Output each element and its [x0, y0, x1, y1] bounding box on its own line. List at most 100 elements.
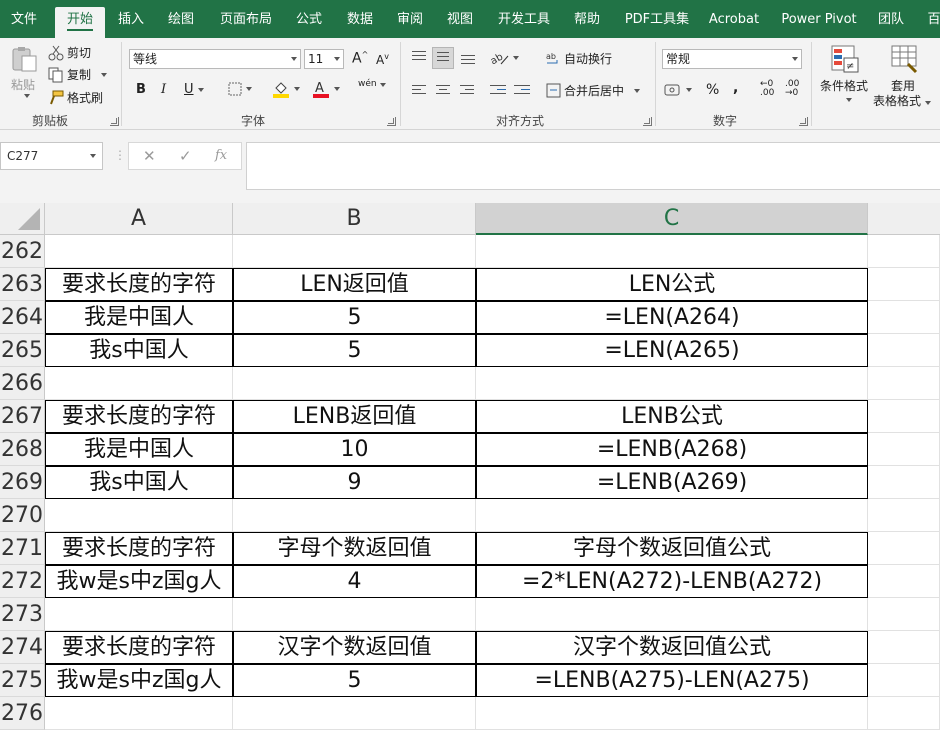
cell-b[interactable]: LENB返回值	[233, 400, 476, 433]
row-header[interactable]: 266	[0, 367, 45, 400]
cut-button[interactable]: 剪切	[48, 44, 91, 61]
select-all-corner[interactable]	[0, 203, 45, 235]
align-left-icon[interactable]	[412, 85, 426, 97]
cell-a[interactable]	[45, 598, 233, 631]
cell-c[interactable]: =LEN(A265)	[476, 334, 868, 367]
row-header[interactable]: 274	[0, 631, 45, 664]
cell-a[interactable]: 要求长度的字符	[45, 400, 233, 433]
decrease-decimal-button[interactable]: .00 →0	[785, 80, 799, 98]
tab-home[interactable]: 开始	[55, 7, 105, 38]
cell-c[interactable]: 字母个数返回值公式	[476, 532, 868, 565]
clipboard-launcher-icon[interactable]	[110, 117, 119, 126]
conditional-formatting-dropdown-icon[interactable]	[846, 98, 852, 102]
cell-b[interactable]	[233, 499, 476, 532]
align-right-icon[interactable]	[460, 85, 474, 97]
cell-a[interactable]	[45, 367, 233, 400]
tab-view[interactable]: 视图	[441, 7, 479, 38]
name-box[interactable]: C277	[0, 142, 103, 170]
accounting-format-button[interactable]	[664, 82, 692, 98]
cell-b[interactable]	[233, 697, 476, 730]
row-header[interactable]: 270	[0, 499, 45, 532]
cell-b[interactable]: 字母个数返回值	[233, 532, 476, 565]
cell-a[interactable]: 我w是s中z国g人	[45, 565, 233, 598]
cell-a[interactable]	[45, 697, 233, 730]
italic-button[interactable]: I	[161, 82, 166, 97]
row-header[interactable]: 267	[0, 400, 45, 433]
column-header-c[interactable]: C	[476, 203, 868, 235]
format-as-table-button[interactable]	[890, 44, 920, 74]
cell-b[interactable]: 汉字个数返回值	[233, 631, 476, 664]
cell-c[interactable]: LENB公式	[476, 400, 868, 433]
cell-c[interactable]: =2*LEN(A272)-LENB(A272)	[476, 565, 868, 598]
cell-a[interactable]: 我s中国人	[45, 466, 233, 499]
column-header-b[interactable]: B	[233, 203, 476, 235]
tab-formulas[interactable]: 公式	[290, 7, 328, 38]
row-header[interactable]: 269	[0, 466, 45, 499]
cell-a[interactable]: 要求长度的字符	[45, 631, 233, 664]
cell-c[interactable]: =LENB(A269)	[476, 466, 868, 499]
decrease-font-button[interactable]: Av	[376, 52, 389, 67]
format-painter-button[interactable]: 格式刷	[48, 89, 103, 106]
cell-d[interactable]	[868, 235, 940, 268]
font-name-select[interactable]: 等线	[129, 49, 301, 69]
percent-style-button[interactable]: %	[706, 82, 719, 98]
number-launcher-icon[interactable]	[799, 117, 808, 126]
cell-d[interactable]	[868, 334, 940, 367]
font-size-select[interactable]: 11	[304, 49, 344, 69]
tab-acrobat[interactable]: Acrobat	[704, 7, 764, 38]
cell-c[interactable]	[476, 499, 868, 532]
bold-button[interactable]: B	[136, 82, 146, 97]
enter-icon[interactable]: ✓	[179, 147, 192, 165]
font-color-button[interactable]: A	[312, 80, 340, 98]
conditional-formatting-button[interactable]: ≠	[830, 44, 860, 74]
cell-b[interactable]	[233, 598, 476, 631]
cell-a[interactable]: 要求长度的字符	[45, 532, 233, 565]
cell-d[interactable]	[868, 268, 940, 301]
tab-file[interactable]: 文件	[6, 7, 42, 38]
insert-function-icon[interactable]: fx	[215, 148, 227, 163]
cell-c[interactable]: =LENB(A275)-LEN(A275)	[476, 664, 868, 697]
paste-dropdown-icon[interactable]	[24, 94, 30, 98]
align-top-icon[interactable]	[412, 51, 426, 63]
cell-b[interactable]: 5	[233, 664, 476, 697]
cell-a[interactable]: 我s中国人	[45, 334, 233, 367]
font-launcher-icon[interactable]	[387, 117, 396, 126]
tab-overflow[interactable]: 百	[924, 7, 940, 38]
orientation-button[interactable]: ab	[491, 50, 519, 66]
underline-button[interactable]: U	[184, 82, 204, 97]
cell-a[interactable]	[45, 499, 233, 532]
row-header[interactable]: 272	[0, 565, 45, 598]
phonetic-button[interactable]: wén	[358, 80, 386, 89]
tab-review[interactable]: 审阅	[391, 7, 429, 38]
cell-c[interactable]: LEN公式	[476, 268, 868, 301]
column-header-a[interactable]: A	[45, 203, 233, 235]
row-header[interactable]: 264	[0, 301, 45, 334]
tab-data[interactable]: 数据	[341, 7, 379, 38]
align-bottom-icon[interactable]	[461, 55, 475, 67]
merge-center-button[interactable]: 合并后居中	[546, 82, 641, 99]
cell-d[interactable]	[868, 697, 940, 730]
fill-color-button[interactable]	[272, 80, 300, 98]
align-middle-icon[interactable]	[432, 47, 454, 69]
cell-c[interactable]: =LENB(A268)	[476, 433, 868, 466]
formula-input[interactable]	[246, 142, 940, 190]
wrap-text-button[interactable]: ab 自动换行	[546, 50, 612, 67]
copy-dropdown-icon[interactable]	[101, 72, 108, 77]
cancel-icon[interactable]: ✕	[143, 147, 156, 165]
cell-c[interactable]: 汉字个数返回值公式	[476, 631, 868, 664]
alignment-launcher-icon[interactable]	[643, 117, 652, 126]
column-header-d[interactable]	[868, 203, 940, 235]
cell-a[interactable]: 要求长度的字符	[45, 268, 233, 301]
tab-help[interactable]: 帮助	[568, 7, 606, 38]
cell-a[interactable]	[45, 235, 233, 268]
borders-button[interactable]	[228, 82, 252, 96]
cell-d[interactable]	[868, 301, 940, 334]
cell-c[interactable]	[476, 598, 868, 631]
increase-decimal-button[interactable]: ←0.00	[760, 80, 774, 98]
cell-d[interactable]	[868, 400, 940, 433]
cell-d[interactable]	[868, 565, 940, 598]
row-header[interactable]: 275	[0, 664, 45, 697]
cell-c[interactable]: =LEN(A264)	[476, 301, 868, 334]
cell-b[interactable]: 4	[233, 565, 476, 598]
tab-insert[interactable]: 插入	[112, 7, 150, 38]
